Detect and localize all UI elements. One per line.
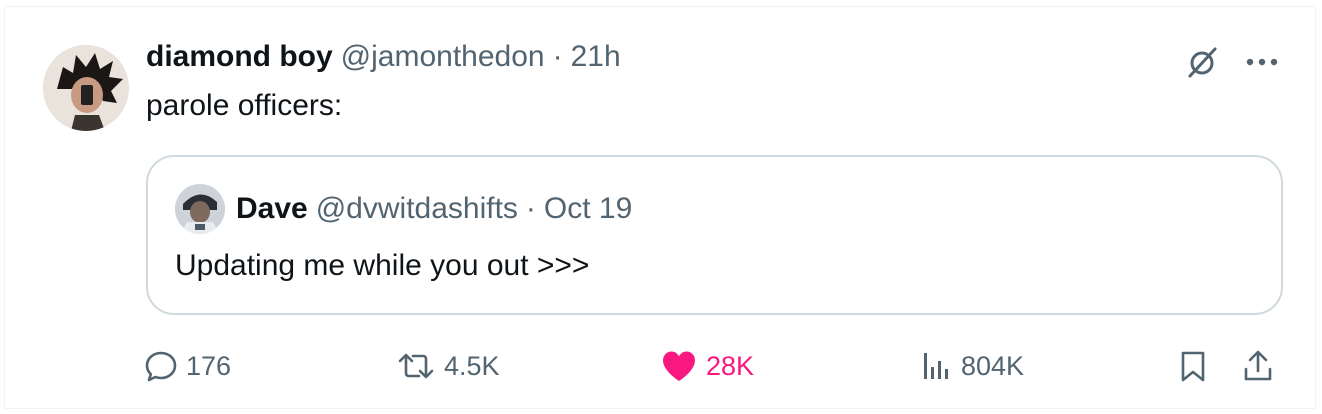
bookmark-icon xyxy=(1181,351,1205,382)
more-icon xyxy=(1246,58,1278,66)
action-bar: 176 4.5K 28K 804K xyxy=(5,341,1322,391)
views-count: 804K xyxy=(961,350,1025,381)
quoted-author-avatar xyxy=(175,184,225,234)
reply-icon xyxy=(145,351,177,382)
author-name[interactable]: diamond boy xyxy=(146,40,333,74)
quoted-tweet[interactable]: Dave @dvwitdashifts · Oct 19 Updating me… xyxy=(146,155,1283,315)
retweet-button[interactable]: 4.5K xyxy=(396,341,500,391)
share-button[interactable] xyxy=(1241,341,1275,391)
quoted-date: Oct 19 xyxy=(543,192,633,225)
more-button[interactable] xyxy=(1241,41,1283,83)
retweet-count: 4.5K xyxy=(444,350,500,381)
separator-dot: · xyxy=(525,192,536,225)
views-icon xyxy=(924,353,948,379)
like-count: 28K xyxy=(706,350,755,381)
retweet-icon xyxy=(398,353,434,379)
reply-count: 176 xyxy=(186,350,232,381)
quoted-author-handle: @dvwitdashifts xyxy=(315,192,518,225)
grok-button[interactable] xyxy=(1181,41,1223,83)
bookmark-button[interactable] xyxy=(1176,341,1210,391)
tweet-time[interactable]: 21h xyxy=(571,40,621,74)
grok-icon xyxy=(1188,47,1217,78)
quoted-header: Dave @dvwitdashifts · Oct 19 xyxy=(236,187,632,231)
quoted-text: Updating me while you out >>> xyxy=(175,249,590,282)
views-button[interactable]: 804K xyxy=(919,341,1024,391)
tweet-card[interactable]: diamond boy @jamonthedon · 21h parole of… xyxy=(4,6,1316,409)
tweet-text: parole officers: xyxy=(146,89,343,122)
heart-icon xyxy=(663,351,695,381)
quoted-author-name: Dave xyxy=(236,192,308,225)
reply-button[interactable]: 176 xyxy=(144,341,231,391)
share-icon xyxy=(1244,350,1272,381)
like-button[interactable]: 28K xyxy=(660,341,754,391)
author-handle[interactable]: @jamonthedon xyxy=(341,40,545,74)
separator-dot: · xyxy=(552,40,563,73)
author-avatar[interactable] xyxy=(43,45,129,131)
tweet-header: diamond boy @jamonthedon · 21h xyxy=(146,35,621,79)
